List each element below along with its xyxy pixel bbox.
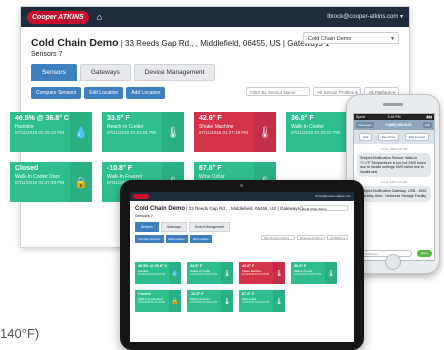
- battery-icon: ▮▮▮: [426, 115, 432, 119]
- sensor-card[interactable]: 33.5° F Reach-In Cooler 07/11/2016 01:53:0…: [102, 112, 184, 152]
- thermometer-icon: 🌡: [221, 262, 233, 284]
- add-contact-button[interactable]: Add Contact: [404, 133, 430, 141]
- compare-sensors-button[interactable]: Compare Sensors: [135, 235, 164, 243]
- text-message-input[interactable]: Text Message: [356, 250, 412, 257]
- home-button[interactable]: [385, 254, 401, 270]
- message-bubble: Subject:Notification Sensor: Walk-In 71.…: [357, 153, 431, 178]
- sensor-card[interactable]: Closed Walk-In Cooler Door 07/11/2016 01:4…: [135, 290, 181, 312]
- site-select[interactable]: Cold Chain Demo ▼: [303, 32, 399, 44]
- edit-button[interactable]: Edit: [422, 122, 432, 128]
- edit-location-button[interactable]: Edit Location: [165, 235, 188, 243]
- droplet-icon: 💧: [70, 112, 92, 152]
- sensor-card[interactable]: 67.6° FWine Cellar07/11/2016 01:30:12 PM…: [239, 290, 285, 312]
- tab-gateways[interactable]: Gateways: [160, 222, 187, 232]
- phone-screen: Sprint 3:16 PM ▮▮▮ Messages +1(860) 555-…: [353, 113, 435, 261]
- sensor-card[interactable]: Closed Walk-In Cooler Door 07/11/2016 01:4…: [10, 162, 92, 202]
- status-time: 3:16 PM: [387, 115, 401, 119]
- sensor-card-grid: 46.5% @ 36.8° C Humidor 07/11/2016 01:45:1…: [135, 262, 351, 342]
- add-location-button[interactable]: Add Location: [189, 235, 213, 243]
- message-date: Jul 11, 2016 1:27 PM: [380, 180, 408, 185]
- edit-location-button[interactable]: Edit Location: [84, 87, 124, 99]
- sensors-count: Sensors 7: [31, 51, 63, 58]
- lock-icon: 🔒: [70, 162, 92, 202]
- tab-device-management[interactable]: Device Management: [188, 222, 231, 232]
- site-select-value: Cold Chain Demo: [308, 36, 352, 42]
- sensor-card[interactable]: 33.5° F Reach-In Cooler 07/11/2016 01:53:0…: [187, 262, 233, 284]
- add-location-button[interactable]: Add Location: [126, 87, 166, 99]
- sensor-card[interactable]: 42.6° F Shake Machine 07/11/2016 01:27:19 …: [194, 112, 276, 152]
- tab-gateways[interactable]: Gateways: [79, 64, 131, 81]
- platform-select[interactable]: All Platform ▾: [327, 235, 348, 240]
- sensor-card[interactable]: 46.5% @ 36.8° C Humidor 07/11/2016 01:45:1…: [135, 262, 181, 284]
- sensor-name-filter-input[interactable]: Filter By Sensor Name: [260, 235, 295, 240]
- site-address: | 33 Reeds Gap Rd., , Middlefield, 06455…: [118, 39, 330, 48]
- thermometer-icon: 🌡: [221, 290, 233, 312]
- message-bubble: Subject:Notification Gateway: USB - 4692…: [357, 186, 431, 202]
- carrier-label: Sprint: [356, 115, 366, 119]
- thermometer-icon: 🌡: [254, 112, 276, 152]
- site-header: Cold Chain Demo | 33 Reeds Gap Rd., , Mi…: [21, 27, 409, 51]
- tab-bar: Sensors Gateways Device Management: [130, 219, 354, 232]
- thermometer-icon: 🌡: [162, 112, 184, 152]
- camera-icon: [240, 184, 243, 187]
- site-address: | 33 Reeds Gap Rd., , Middlefield, 06455…: [185, 206, 304, 211]
- tablet-header-bar: lbrock@cooper-atkins.com: [130, 192, 354, 201]
- tab-bar: Sensors Gateways Device Management: [21, 58, 409, 81]
- user-menu[interactable]: lbrock@cooper-atkins.com ▾: [327, 13, 403, 20]
- tab-device-management[interactable]: Device Management: [133, 64, 216, 81]
- tablet-screen: lbrock@cooper-atkins.com Cold Chain Demo…: [130, 192, 354, 342]
- sensor-card[interactable]: -10.8° FWalk-In Freezer07/11/2016 01:46:…: [187, 290, 233, 312]
- phone-status-bar: Sprint 3:16 PM ▮▮▮: [354, 114, 434, 120]
- messages-back-button[interactable]: Messages: [356, 122, 374, 128]
- home-icon[interactable]: ⌂: [97, 12, 102, 22]
- tablet-device: lbrock@cooper-atkins.com Cold Chain Demo…: [120, 180, 364, 350]
- sensor-toolbar: Compare Sensors Edit Location Add Locati…: [130, 232, 354, 243]
- sensor-card[interactable]: 46.5% @ 36.8° C Humidor 07/11/2016 01:45:1…: [10, 112, 92, 152]
- sensor-card[interactable]: 42.6° F Shake Machine 07/11/2016 01:27:19 …: [239, 262, 285, 284]
- filter-bar: Filter By Sensor Name All Sensor Profile…: [260, 235, 348, 240]
- sensor-card[interactable]: 36.9° F Walk-In Cooler 07/11/2016 01:44:07…: [291, 262, 337, 284]
- caption-fragment: 140°F): [0, 326, 40, 341]
- send-button[interactable]: Send: [417, 250, 432, 257]
- thermometer-icon: 🌡: [273, 262, 285, 284]
- sensors-count: Sensors 7: [135, 213, 154, 218]
- compare-sensors-button[interactable]: Compare Sensors: [31, 87, 82, 99]
- messages-nav-bar: Messages +1(860) 555-0123 Edit: [354, 120, 434, 130]
- cooper-atkins-logo: Cooper ATKINS: [27, 10, 89, 24]
- tab-sensors[interactable]: Sensors: [31, 64, 77, 81]
- site-name: Cold Chain Demo: [135, 206, 186, 212]
- tab-sensors[interactable]: Sensors: [135, 222, 159, 232]
- app-header-bar: Cooper ATKINS ⌂ lbrock@cooper-atkins.com…: [21, 7, 409, 27]
- thermometer-icon: 🌡: [273, 290, 285, 312]
- user-menu[interactable]: lbrock@cooper-atkins.com: [315, 194, 351, 198]
- site-select[interactable]: Cold Chain Demo: [300, 205, 348, 211]
- chevron-down-icon: ▼: [390, 36, 395, 42]
- facetime-button[interactable]: FaceTime: [377, 133, 399, 141]
- sensor-profiles-select[interactable]: All Sensor Profiles ▾: [296, 235, 326, 240]
- cooper-atkins-logo: [133, 194, 149, 199]
- contact-actions: Call FaceTime Add Contact: [354, 130, 434, 144]
- droplet-icon: 💧: [169, 262, 181, 284]
- lock-icon: 🔒: [169, 290, 181, 312]
- site-title: Cold Chain Demo: [31, 37, 119, 49]
- message-date: Jul 11, 2016 1:26 PM: [380, 147, 408, 151]
- call-button[interactable]: Call: [358, 133, 373, 141]
- conversation-title: +1(860) 555-0123: [385, 123, 412, 127]
- sensor-name-filter-input[interactable]: Filter By Sensor Name: [246, 87, 311, 96]
- phone-speaker: [383, 103, 403, 106]
- thermometer-icon: 🌡: [325, 262, 337, 284]
